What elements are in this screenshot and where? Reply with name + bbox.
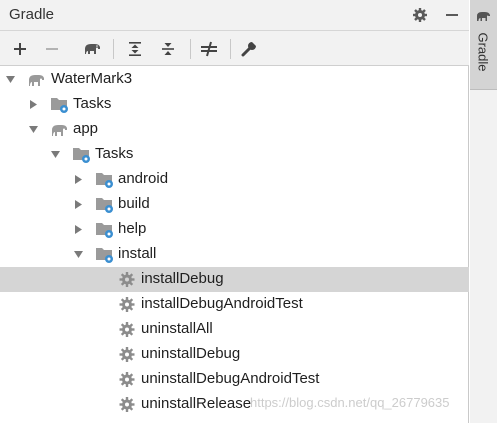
tree-label: uninstallAll — [141, 320, 213, 337]
tree-label: Tasks — [73, 95, 112, 112]
collapse-all-button[interactable] — [157, 38, 179, 60]
tree-label: help — [118, 220, 147, 237]
task-folder-icon — [51, 98, 68, 113]
unlink-project-button[interactable] — [41, 38, 63, 60]
gear-icon — [413, 8, 427, 22]
panel-header: Gradle — [0, 0, 469, 31]
expand-arrow-right-icon[interactable] — [73, 224, 84, 235]
settings-button[interactable] — [410, 5, 430, 25]
expand-arrow-down-icon[interactable] — [28, 124, 39, 135]
expand-arrow-right-icon[interactable] — [28, 99, 39, 110]
tree-node-install[interactable]: install — [0, 242, 469, 267]
tree-node-app[interactable]: app — [0, 117, 469, 142]
tree-label: Tasks — [95, 145, 134, 162]
wrench-icon — [241, 42, 256, 57]
tree-node-app-tasks[interactable]: Tasks — [0, 142, 469, 167]
toggle-offline-icon — [201, 41, 217, 57]
tree-node-root-tasks[interactable]: Tasks — [0, 92, 469, 117]
gradle-toolbar — [0, 31, 469, 66]
expand-arrow-down-icon[interactable] — [5, 74, 16, 85]
side-tab-label: Gradle — [475, 32, 491, 72]
task-folder-icon — [96, 248, 113, 263]
expand-all-button[interactable] — [124, 38, 146, 60]
add-icon — [14, 43, 26, 55]
gradle-task-tree: WaterMark3 Tasks app Tasks android build… — [0, 67, 469, 423]
task-folder-icon — [96, 173, 113, 188]
tree-label: uninstallDebugAndroidTest — [141, 370, 320, 387]
task-folder-icon — [96, 198, 113, 213]
tree-label: install — [118, 245, 157, 262]
expand-arrow-right-icon[interactable] — [73, 174, 84, 185]
tree-node-root[interactable]: WaterMark3 — [0, 67, 469, 92]
collapse-all-icon — [162, 43, 174, 55]
toolbar-separator — [190, 39, 191, 59]
tree-node-build[interactable]: build — [0, 192, 469, 217]
expand-all-icon — [129, 42, 141, 56]
tree-node-android[interactable]: android — [0, 167, 469, 192]
task-gear-icon — [119, 397, 135, 412]
tree-node-task[interactable]: installDebugAndroidTest — [0, 292, 469, 317]
tree-label: WaterMark3 — [51, 70, 133, 87]
task-folder-icon — [73, 148, 90, 163]
toolbar-separator — [230, 39, 231, 59]
tree-label: app — [73, 120, 99, 137]
expand-arrow-right-icon[interactable] — [73, 199, 84, 210]
task-gear-icon — [119, 372, 135, 387]
expand-arrow-down-icon[interactable] — [73, 249, 84, 260]
gradle-elephant-icon — [477, 12, 490, 21]
gradle-elephant-icon — [85, 44, 100, 54]
gradle-project-icon — [29, 75, 44, 86]
remove-icon — [46, 48, 58, 50]
task-gear-icon — [119, 322, 135, 337]
tree-node-task[interactable]: uninstallRelease — [0, 392, 469, 417]
link-project-button[interactable] — [9, 38, 31, 60]
gradle-module-icon — [52, 125, 67, 136]
tree-node-task[interactable]: uninstallAll — [0, 317, 469, 342]
tree-label: build — [118, 195, 150, 212]
tree-node-task[interactable]: uninstallDebug — [0, 342, 469, 367]
panel-title: Gradle — [9, 6, 55, 23]
right-tool-strip: Gradle — [470, 0, 497, 423]
toggle-offline-mode-button[interactable] — [198, 38, 220, 60]
tree-node-task[interactable]: uninstallDebugAndroidTest — [0, 367, 469, 392]
task-gear-icon — [119, 297, 135, 312]
hide-panel-button[interactable] — [442, 5, 462, 25]
tree-label: installDebugAndroidTest — [141, 295, 303, 312]
tree-node-task-selected[interactable]: installDebug — [0, 267, 469, 292]
gradle-tool-window: Gradle WaterMark3 Tasks app Tasks androi… — [0, 0, 469, 423]
task-gear-icon — [119, 347, 135, 362]
tree-label: uninstallDebug — [141, 345, 241, 362]
tree-label: android — [118, 170, 169, 187]
tree-label: installDebug — [141, 270, 224, 287]
expand-arrow-down-icon[interactable] — [50, 149, 61, 160]
gradle-settings-button[interactable] — [238, 38, 260, 60]
execute-gradle-task-button[interactable] — [81, 38, 103, 60]
gradle-side-tab[interactable]: Gradle — [470, 0, 497, 90]
task-folder-icon — [96, 223, 113, 238]
tree-label: uninstallRelease — [141, 395, 252, 412]
minimize-icon — [446, 14, 458, 16]
tree-node-help[interactable]: help — [0, 217, 469, 242]
toolbar-separator — [113, 39, 114, 59]
task-gear-icon — [119, 272, 135, 287]
